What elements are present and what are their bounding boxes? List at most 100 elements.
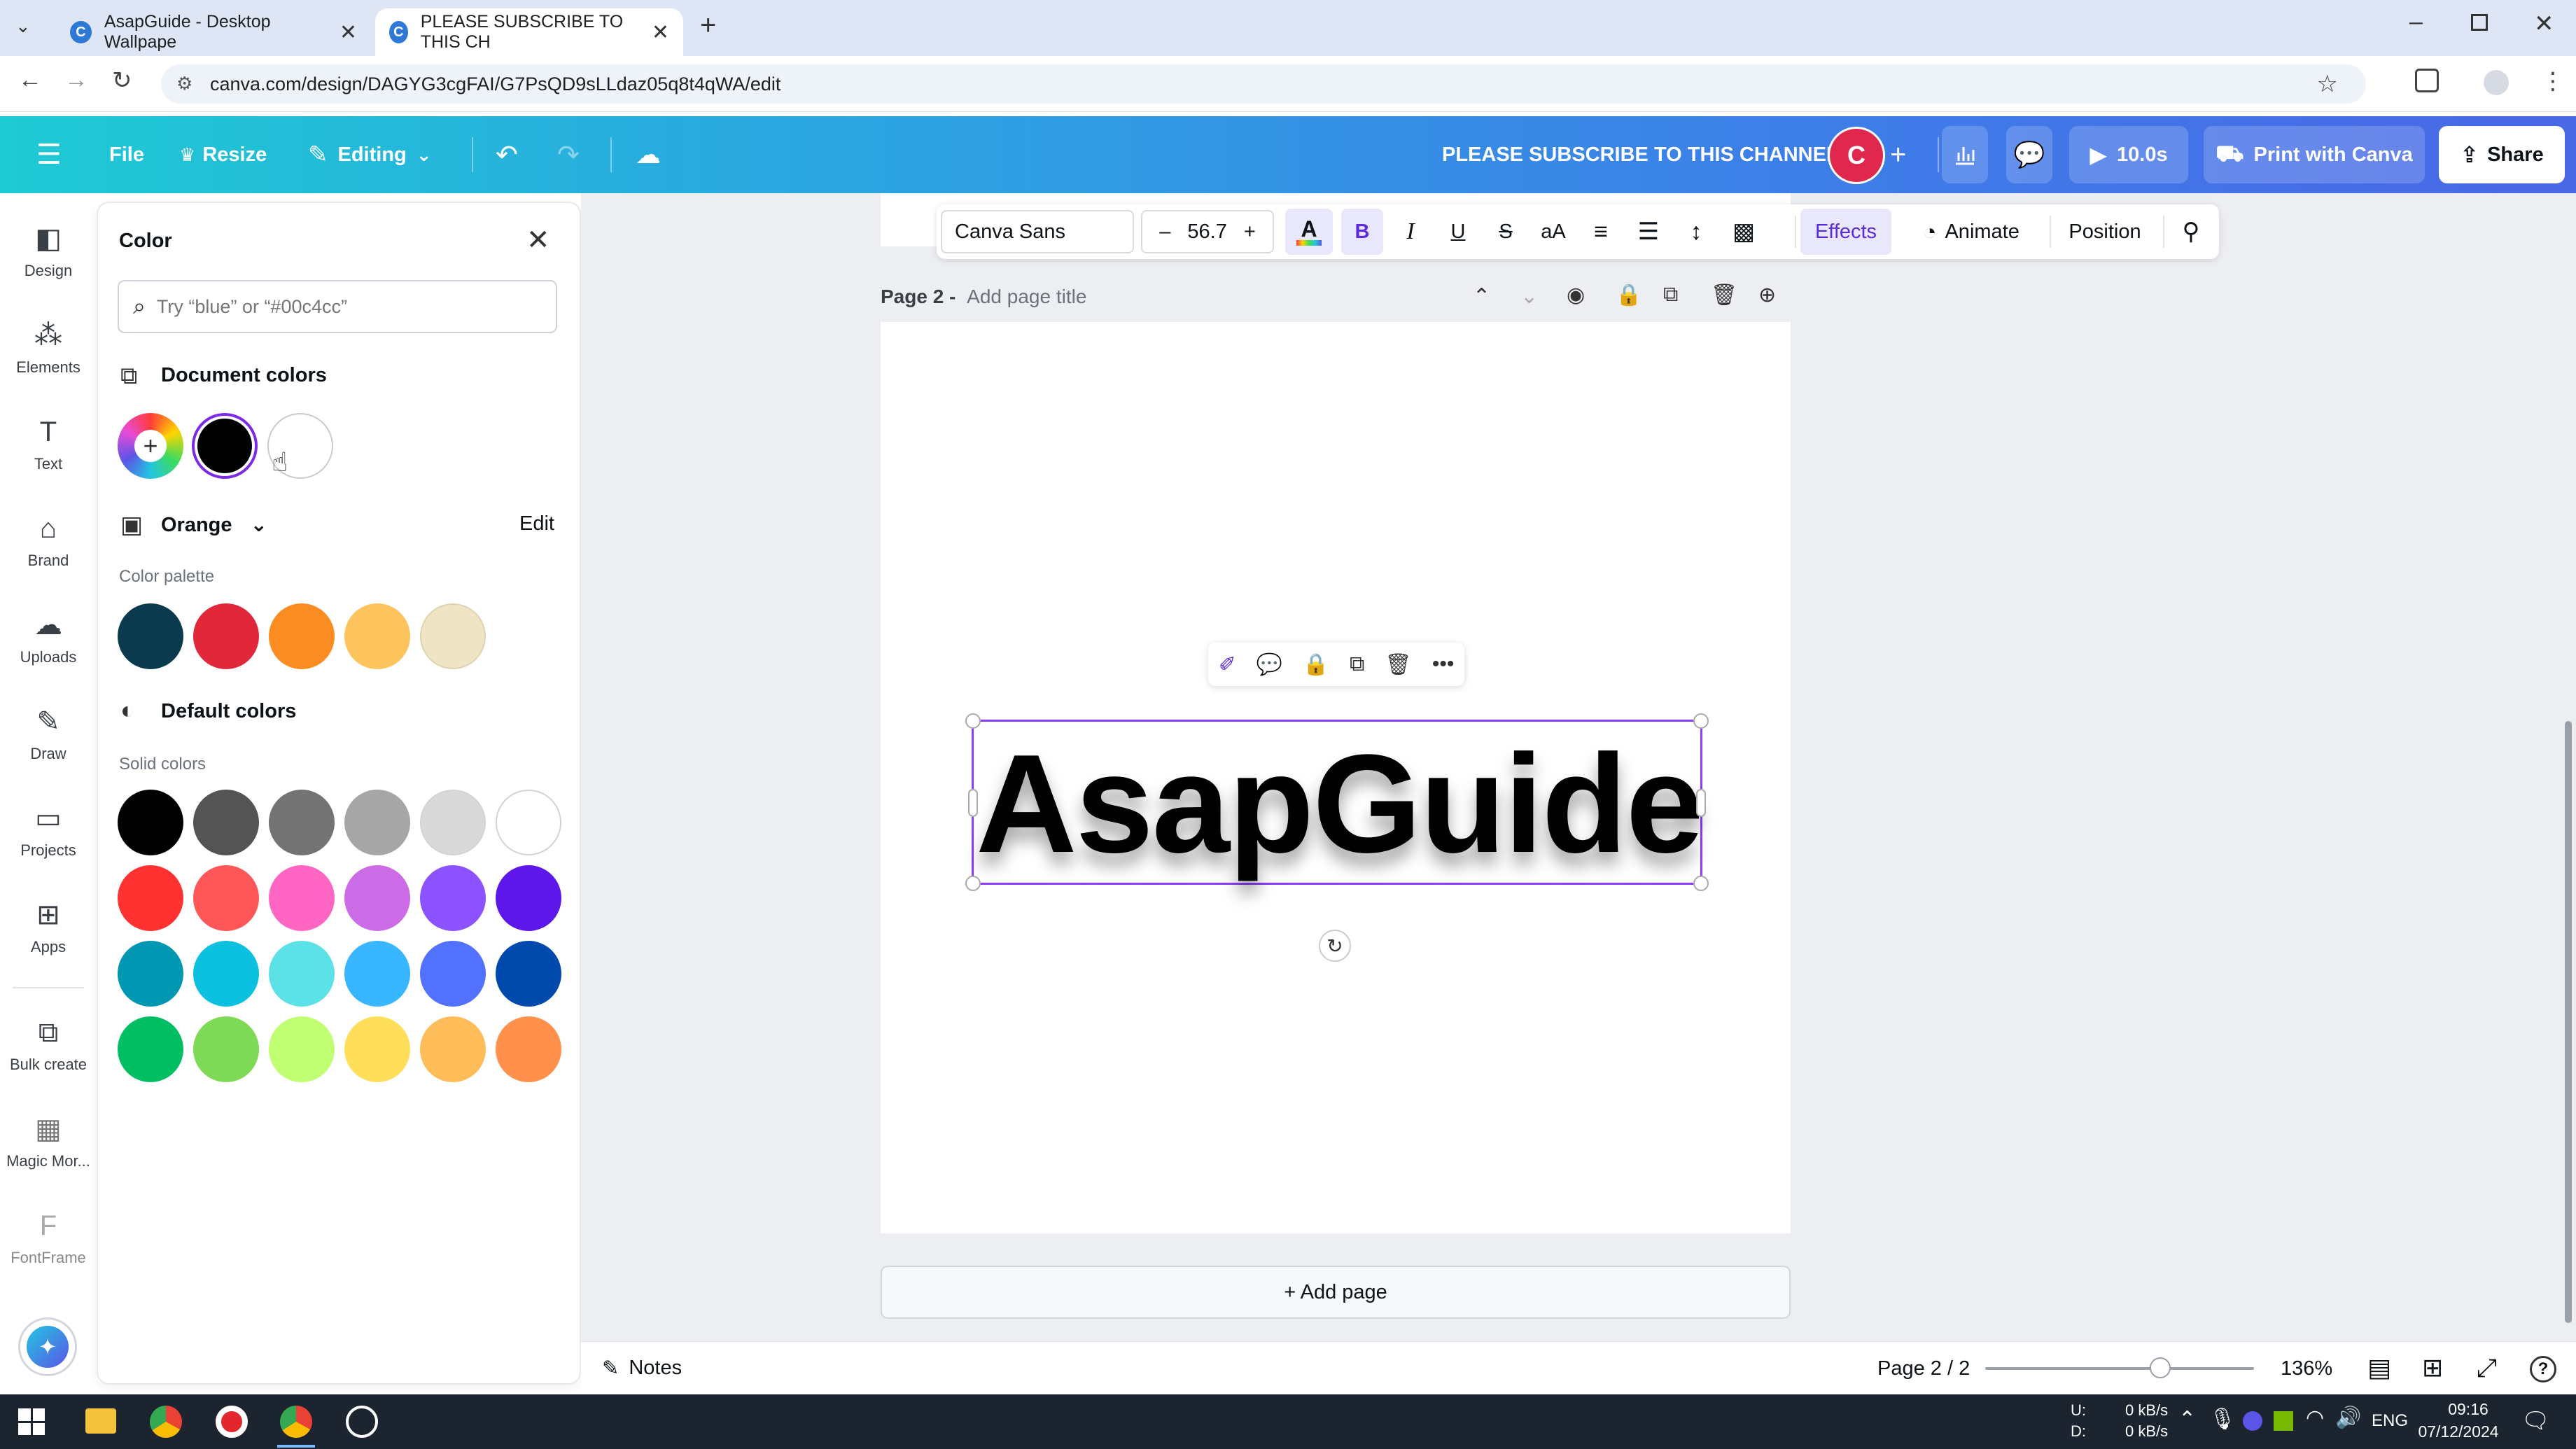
tray-app-icon[interactable] [2243,1411,2262,1431]
language-indicator[interactable]: ENG [2372,1411,2408,1431]
main-menu-icon[interactable]: ☰ [36,116,62,193]
present-button[interactable]: ▶ 10.0s [2069,126,2188,183]
effects-button[interactable]: Effects [1800,209,1891,255]
vertical-scrollbar[interactable] [2565,721,2572,1323]
sidebar-item-draw[interactable]: ✎ Draw [0,706,97,763]
extensions-icon[interactable] [2415,69,2439,92]
solid-color-swatch[interactable] [496,865,561,931]
address-bar[interactable]: ⚙ canva.com/design/DAGYG3cgFAI/G7PsQD9sL… [161,64,2366,104]
clock-time[interactable]: 09:16 [2433,1400,2503,1419]
sidebar-item-text[interactable]: T Text [0,416,97,473]
chrome-icon[interactable] [150,1406,182,1438]
color-search-input[interactable]: ⌕ [118,280,557,333]
transparency-icon[interactable]: ▩ [1723,204,1764,259]
help-icon[interactable]: ? [2530,1356,2556,1382]
print-with-canva-button[interactable]: ⛟ Print with Canva [2204,126,2425,183]
sidebar-item-bulk-create[interactable]: ⧉ Bulk create [0,1016,97,1074]
sidebar-item-brand[interactable]: ⌂ Brand [0,512,97,570]
sidebar-item-design[interactable]: ◧ Design [0,223,97,280]
cloud-save-icon[interactable]: ☁ [636,116,661,193]
document-color-swatch-black[interactable] [192,413,258,479]
close-panel-icon[interactable]: ✕ [526,224,550,256]
delete-page-icon[interactable]: 🗑 [1711,283,1737,307]
new-tab-icon[interactable]: + [700,10,716,41]
list-icon[interactable]: ☰ [1628,204,1669,259]
solid-color-swatch[interactable] [193,1016,259,1082]
solid-color-swatch[interactable] [420,941,486,1007]
palette-name-dropdown[interactable]: Orange ⌄ [161,512,267,537]
clock-date[interactable]: 07/12/2024 [2409,1422,2507,1441]
selected-text-element[interactable]: AsapGuide [965,713,1709,891]
editing-mode-dropdown[interactable]: ✎ Editing ⌄ [308,116,432,193]
side-handle[interactable] [1696,789,1706,817]
insights-button[interactable] [1942,126,1988,183]
duplicate-page-icon[interactable]: ⧉ [1663,283,1678,307]
solid-color-swatch[interactable] [344,1016,410,1082]
comments-button[interactable]: 💬 [2006,126,2052,183]
resize-handle[interactable] [1693,713,1709,729]
resize-button[interactable]: ♛ Resize [179,116,267,193]
decrease-size-icon[interactable]: – [1159,220,1170,244]
add-page-button[interactable]: + Add page [881,1266,1791,1319]
add-color-button[interactable]: + [118,413,183,479]
rotate-handle-icon[interactable]: ↻ [1319,930,1351,962]
nvidia-icon[interactable] [2274,1411,2293,1431]
side-handle[interactable] [968,789,978,817]
zoom-slider-thumb[interactable] [2149,1357,2171,1378]
page-up-icon[interactable]: ⌃ [1473,284,1490,309]
share-button[interactable]: ⇪ Share [2439,126,2565,183]
solid-color-swatch[interactable] [193,790,259,855]
tray-overflow-icon[interactable]: ⌃ [2178,1407,2196,1432]
palette-color-swatch[interactable] [344,603,410,669]
solid-color-swatch[interactable] [496,790,561,855]
zoom-level[interactable]: 136% [2281,1357,2332,1380]
letter-case-button[interactable]: aA [1533,204,1574,259]
resize-handle[interactable] [965,876,981,891]
position-button[interactable]: Position [2055,204,2155,259]
sidebar-item-projects[interactable]: ▭ Projects [0,802,97,860]
solid-color-swatch[interactable] [118,941,183,1007]
restore-icon[interactable] [2471,14,2488,31]
magic-write-icon[interactable]: ✐ [1219,652,1236,677]
sidebar-item-uploads[interactable]: ☁ Uploads [0,609,97,666]
solid-color-swatch[interactable] [344,865,410,931]
solid-color-swatch[interactable] [344,941,410,1007]
solid-color-swatch[interactable] [496,941,561,1007]
avatar[interactable]: C [1830,129,1883,182]
lock-icon[interactable]: 🔒 [1303,652,1329,677]
align-center-icon[interactable]: ≡ [1581,204,1621,259]
wifi-icon[interactable]: ◠ [2306,1406,2324,1430]
solid-color-swatch[interactable] [118,790,183,855]
increase-size-icon[interactable]: + [1244,220,1256,244]
italic-button[interactable]: I [1390,204,1431,259]
solid-color-swatch[interactable] [420,865,486,931]
solid-color-swatch[interactable] [420,1016,486,1082]
windows-start-icon[interactable] [18,1408,45,1435]
comment-add-icon[interactable]: 💬 [1256,652,1282,677]
spacing-icon[interactable]: ↕ [1676,204,1716,259]
invite-plus-icon[interactable]: + [1890,116,1906,193]
hide-page-icon[interactable]: ◉ [1567,283,1585,307]
tab-search-icon[interactable]: ⌄ [15,15,31,37]
notes-button[interactable]: ✎ Notes [602,1356,682,1380]
solid-color-swatch[interactable] [193,941,259,1007]
copy-style-icon[interactable]: ⚲ [2170,204,2212,259]
close-tab-icon[interactable]: ✕ [652,20,669,45]
chrome-active-icon[interactable] [280,1406,312,1438]
bold-button[interactable]: B [1341,209,1383,255]
forward-icon[interactable]: → [64,66,88,94]
close-tab-icon[interactable]: ✕ [340,20,357,45]
lock-page-icon[interactable]: 🔒 [1616,283,1642,307]
duplicate-icon[interactable]: ⧉ [1350,652,1364,676]
solid-color-swatch[interactable] [118,1016,183,1082]
redo-icon[interactable]: ↷ [557,116,580,193]
fullscreen-icon[interactable]: ⤢ [2477,1353,2497,1383]
design-title[interactable]: PLEASE SUBSCRIBE TO THIS CHANNEL [1442,116,1839,193]
edit-palette-link[interactable]: Edit [519,512,554,536]
font-size-stepper[interactable]: – 56.7 + [1141,210,1274,253]
palette-color-swatch[interactable] [269,603,335,669]
undo-icon[interactable]: ↶ [496,116,518,193]
more-options-icon[interactable]: ••• [1432,652,1455,676]
page-title-input[interactable]: Add page title [967,286,1086,307]
solid-color-swatch[interactable] [269,865,335,931]
